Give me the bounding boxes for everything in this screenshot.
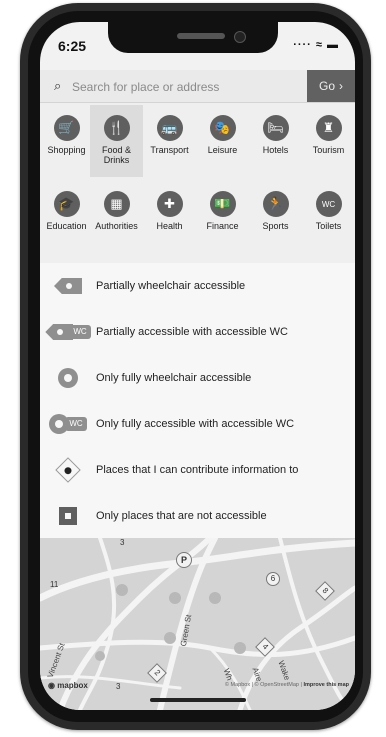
legend-item[interactable]: Partially wheelchair accessible [40, 263, 355, 309]
category-toilets[interactable]: WC Toilets [302, 181, 355, 253]
category-label: Hotels [262, 145, 289, 155]
legend-label: Only fully accessible with accessible WC [96, 418, 295, 430]
legend-label: Partially accessible with accessible WC [96, 326, 288, 338]
category-label: Sports [262, 221, 289, 231]
mapbox-logo-text: mapbox [57, 681, 88, 690]
category-leisure[interactable]: 🎭 Leisure [196, 105, 249, 177]
speaker-icon [177, 33, 225, 39]
search-input[interactable] [70, 74, 294, 100]
category-education[interactable]: 🎓 Education [40, 181, 93, 253]
mapbox-logo: ◉ mapbox [48, 681, 88, 690]
category-label: Transport [150, 145, 189, 155]
map-attribution: © Mapbox | © OpenStreetMap | Improve thi… [225, 682, 349, 688]
map-marker[interactable]: 6 [266, 572, 280, 586]
fork-knife-icon: 🍴 [103, 115, 130, 141]
category-label: Food & Drinks [101, 145, 132, 165]
legend-label: Only fully wheelchair accessible [96, 372, 252, 384]
legend-item[interactable]: Only places that are not accessible [40, 493, 355, 539]
legend-item[interactable]: WC Only fully accessible with accessible… [40, 401, 355, 447]
legend-item[interactable]: Only fully wheelchair accessible [40, 355, 355, 401]
status-time: 6:25 [58, 38, 87, 54]
category-label: Health [156, 221, 183, 231]
legend-label: Only places that are not accessible [96, 510, 267, 522]
category-health[interactable]: ✚ Health [143, 181, 196, 253]
improve-map-link[interactable]: Improve this map [303, 682, 349, 688]
bed-icon: 🛏 [262, 115, 289, 141]
category-label: Education [46, 221, 87, 231]
camera-icon [234, 31, 246, 43]
bus-icon: 🚌 [156, 115, 183, 141]
square-icon [59, 507, 77, 525]
partial-tag-icon [54, 278, 82, 294]
status-indicators: ···· ≈ ▬ [293, 39, 339, 51]
map-marker[interactable]: P [176, 552, 192, 568]
full-ring-icon [58, 368, 78, 388]
partial-wc-tag-icon [45, 324, 74, 340]
go-button[interactable]: Go › [307, 70, 355, 102]
category-label: Leisure [207, 145, 238, 155]
category-label: Authorities [95, 221, 138, 231]
accessibility-legend: Partially wheelchair accessible WC Parti… [40, 263, 355, 538]
attribution-text: © Mapbox | © OpenStreetMap | [224, 682, 302, 688]
category-food-drinks[interactable]: 🍴 Food & Drinks [90, 105, 143, 177]
legend-label: Partially wheelchair accessible [96, 280, 246, 292]
category-label: Shopping [47, 145, 86, 155]
chevron-right-icon: › [339, 79, 343, 93]
map-marker[interactable]: 3 [116, 682, 120, 691]
legend-label: Places that I can contribute information… [96, 464, 299, 476]
category-tourism[interactable]: ♜ Tourism [302, 105, 355, 177]
wc-icon: WC [315, 191, 342, 217]
app-screen: 6:25 ···· ≈ ▬ ⌕ Go › 🛒 Shopping 🍴 Food & Dr… [40, 22, 355, 710]
diamond-dot-icon [55, 457, 81, 483]
legend-item[interactable]: WC Partially accessible with accessible … [40, 309, 355, 355]
search-bar: ⌕ Go › [40, 70, 355, 103]
tower-icon: ♜ [315, 115, 342, 141]
category-label: Tourism [312, 145, 345, 155]
category-authorities[interactable]: ▦ Authorities [90, 181, 143, 253]
category-label: Finance [206, 221, 239, 231]
category-finance[interactable]: 💵 Finance [196, 181, 249, 253]
legend-item[interactable]: Places that I can contribute information… [40, 447, 355, 493]
category-hotels[interactable]: 🛏 Hotels [249, 105, 302, 177]
shopping-cart-icon: 🛒 [53, 115, 80, 141]
theater-masks-icon: 🎭 [209, 115, 236, 141]
map-marker[interactable]: 11 [50, 580, 58, 589]
category-sports[interactable]: 🏃 Sports [249, 181, 302, 253]
category-transport[interactable]: 🚌 Transport [143, 105, 196, 177]
go-button-label: Go [318, 79, 335, 93]
map-view[interactable]: 3 P 11 6 8 4 2 3 Vincent St Green St Wh … [40, 538, 355, 710]
search-icon: ⌕ [54, 78, 62, 93]
category-shopping[interactable]: 🛒 Shopping [40, 105, 93, 177]
graduation-cap-icon: 🎓 [53, 191, 80, 217]
runner-icon: 🏃 [262, 191, 289, 217]
home-indicator [150, 698, 246, 702]
map-marker[interactable]: 3 [120, 538, 124, 547]
building-icon: ▦ [103, 191, 130, 217]
category-label: Toilets [315, 221, 342, 231]
plus-icon: ✚ [156, 191, 183, 217]
category-grid: 🛒 Shopping 🍴 Food & Drinks 🚌 Transport 🎭 Leisur… [40, 103, 355, 263]
banknote-icon: 💵 [209, 191, 236, 217]
